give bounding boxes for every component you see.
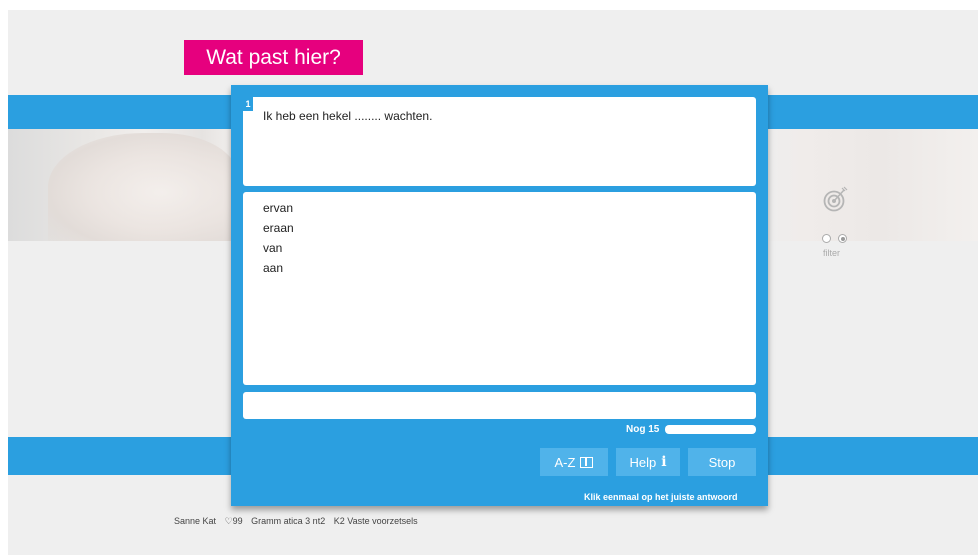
option-van[interactable]: van <box>263 241 282 255</box>
filter-radio-off[interactable] <box>822 234 831 243</box>
option-eraan[interactable]: eraan <box>263 221 294 235</box>
progress-bar <box>665 425 756 434</box>
answer-input[interactable] <box>243 392 756 419</box>
info-icon: i <box>661 454 667 470</box>
option-ervan[interactable]: ervan <box>263 201 293 215</box>
a-z-label: A-Z <box>554 454 576 470</box>
question-text: Ik heb een hekel ........ wachten. <box>263 109 433 123</box>
help-label: Help <box>629 454 657 470</box>
options-box <box>243 192 756 385</box>
footer-course: Gramm atica 3 nt2 <box>251 516 326 526</box>
footer-status: Sanne Kat ♡99 Gramm atica 3 nt2 K2 Vaste… <box>174 516 424 527</box>
remaining-label: Nog 15 <box>626 424 660 435</box>
filter-label: filter <box>823 248 841 258</box>
target-icon[interactable] <box>823 186 849 212</box>
instruction-hint: Klik eenmaal op het juiste antwoord <box>584 492 738 502</box>
question-number: 1 <box>243 97 253 111</box>
a-z-button[interactable]: A-Z <box>540 448 608 476</box>
footer-score: ♡99 <box>224 516 243 526</box>
exercise-title: Wat past hier? <box>184 40 363 75</box>
header-photo-face <box>48 133 238 241</box>
option-aan[interactable]: aan <box>263 261 283 275</box>
footer-lesson: K2 Vaste voorzetsels <box>333 516 418 526</box>
filter-radio-on[interactable] <box>838 234 847 243</box>
stop-button[interactable]: Stop <box>688 448 756 476</box>
help-button[interactable]: Help i <box>616 448 680 476</box>
book-icon <box>580 456 594 468</box>
footer-user: Sanne Kat <box>174 516 217 526</box>
